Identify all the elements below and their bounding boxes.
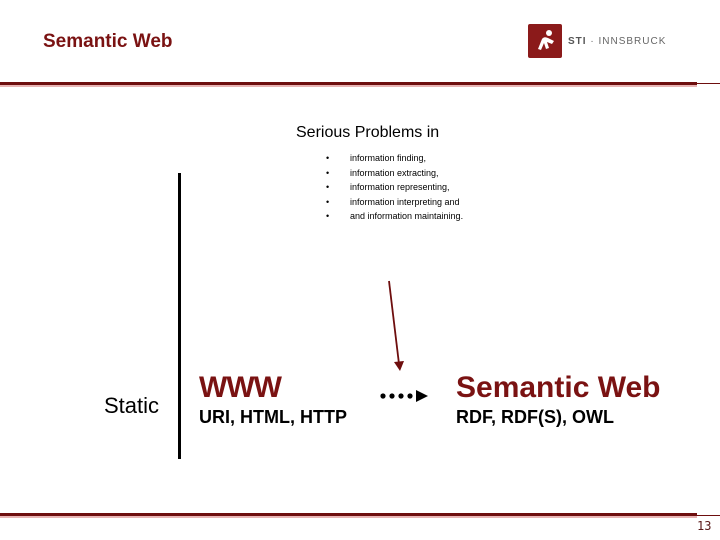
footer-rule-shadow xyxy=(0,516,697,518)
logo-brand: STI xyxy=(568,35,587,47)
header-rule-tail xyxy=(697,83,720,84)
bullet-icon: • xyxy=(326,182,330,192)
footer-rule-tail xyxy=(697,515,720,516)
bullet-icon: • xyxy=(326,196,330,207)
slide-title: Semantic Web xyxy=(43,31,173,52)
axis-divider xyxy=(178,173,181,459)
bullet-icon: • xyxy=(326,167,330,178)
list-item-text: information interpreting and xyxy=(350,196,460,207)
arrow-down-icon xyxy=(388,280,404,371)
bullet-icon: • xyxy=(326,211,330,221)
www-technologies: URI, HTML, HTTP xyxy=(199,407,347,427)
semantic-web-technologies: RDF, RDF(S), OWL xyxy=(456,407,614,427)
logo-wordmark: STI · INNSBRUCK xyxy=(568,36,666,47)
header-rule-shadow xyxy=(0,85,697,87)
list-item-text: information representing, xyxy=(350,182,450,192)
semantic-web-title: Semantic Web xyxy=(456,371,661,404)
sti-runner-logo-icon xyxy=(528,24,562,58)
list-item-text: information extracting, xyxy=(350,167,439,178)
problems-list: • information finding, • information extra… xyxy=(326,151,463,224)
list-item: • information interpreting and xyxy=(326,195,463,210)
list-item: • and information maintaining. xyxy=(326,209,463,224)
list-item: • information representing, xyxy=(326,180,463,195)
list-item: • information extracting, xyxy=(326,166,463,181)
dotted-arrow-right-icon xyxy=(380,390,428,402)
bullet-icon: • xyxy=(326,153,330,163)
static-label: Static xyxy=(104,393,160,418)
logo-name: INNSBRUCK xyxy=(598,35,667,47)
page-number: 13 xyxy=(697,519,712,533)
problems-heading: Serious Problems in xyxy=(296,124,440,141)
list-item-text: information finding, xyxy=(350,153,427,163)
logo-separator: · xyxy=(590,35,595,47)
www-title: WWW xyxy=(199,371,282,404)
list-item-text: and information maintaining. xyxy=(350,211,464,221)
list-item: • information finding, xyxy=(326,151,463,166)
sti-innsbruck-logo: STI · INNSBRUCK xyxy=(528,24,666,58)
